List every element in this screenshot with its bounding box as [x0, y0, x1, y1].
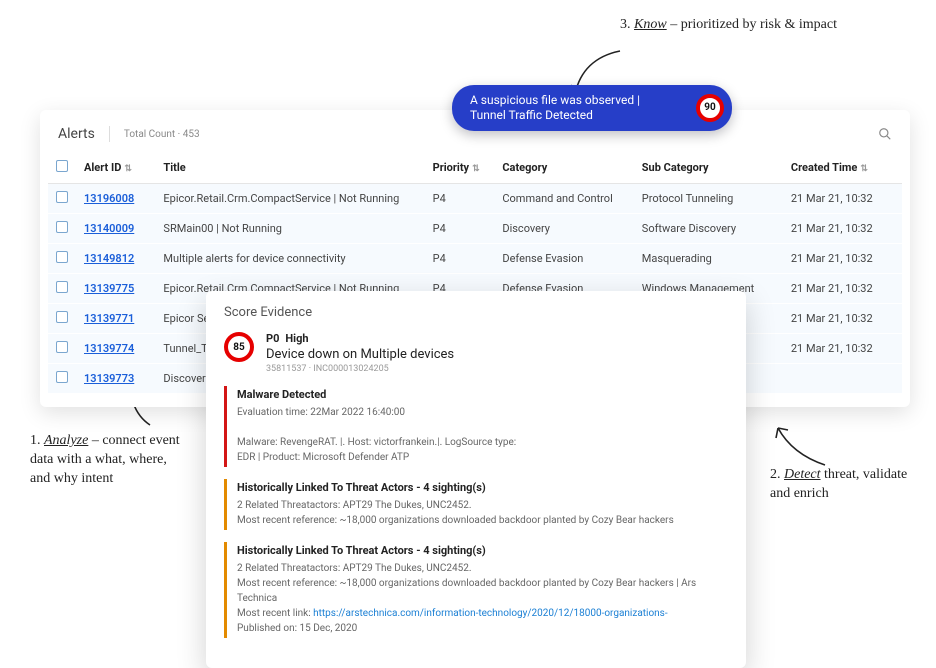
evidence-line: Most recent reference: ~18,000 organizat… — [237, 576, 728, 606]
evidence-block: Historically Linked To Threat Actors - 4… — [224, 542, 728, 638]
evidence-block: Malware Detected Evaluation time: 22Mar 2… — [224, 386, 728, 467]
row-created-time: 21 Mar 21, 10:32 — [783, 274, 902, 304]
evidence-line: Most recent reference: ~18,000 organizat… — [237, 513, 728, 528]
sort-icon: ⇅ — [860, 164, 868, 174]
alert-id-link[interactable]: 13196008 — [84, 192, 134, 205]
alert-pill[interactable]: A suspicious file was observed | Tunnel … — [452, 85, 732, 131]
alert-id-link[interactable]: 13139774 — [84, 342, 134, 355]
alert-id-link[interactable]: 13139773 — [84, 372, 134, 385]
col-category[interactable]: Category — [494, 152, 633, 184]
evidence-line: Evaluation time: 22Mar 2022 16:40:00 — [237, 405, 728, 420]
risk-badge-85: 85 — [224, 332, 254, 362]
evidence-line: 2 Related Threatactors: APT29 The Dukes,… — [237, 561, 728, 576]
risk-badge-90: 90 — [696, 94, 724, 122]
row-subcategory: Masquerading — [634, 244, 783, 274]
table-row[interactable]: 13140009 SRMain00 | Not RunningP4Discover… — [48, 214, 902, 244]
row-created-time: 21 Mar 21, 10:32 — [783, 244, 902, 274]
row-checkbox[interactable] — [56, 311, 68, 323]
alert-id-link[interactable]: 13140009 — [84, 222, 134, 235]
col-title[interactable]: Title — [155, 152, 424, 184]
annotation-analyze: 1. Analyze – connect event data with a w… — [30, 432, 190, 489]
evidence-ids: 35811537 · INC000013024205 — [266, 364, 454, 374]
table-row[interactable]: 13149812 Multiple alerts for device conne… — [48, 244, 902, 274]
evidence-line: Malware: RevengeRAT. |. Host: victorfran… — [237, 435, 728, 450]
evidence-line: 2 Related Threatactors: APT29 The Dukes,… — [237, 498, 728, 513]
row-checkbox[interactable] — [56, 371, 68, 383]
alerts-total-count: Total Count · 453 — [124, 129, 200, 140]
evidence-priority: P0High — [266, 332, 454, 345]
row-checkbox[interactable] — [56, 251, 68, 263]
row-category: Command and Control — [494, 184, 633, 214]
row-title: Epicor.Retail.Crm.CompactService | Not R… — [155, 184, 424, 214]
row-subcategory: Protocol Tunneling — [634, 184, 783, 214]
evidence-device-title: Device down on Multiple devices — [266, 347, 454, 362]
row-created-time — [783, 364, 902, 394]
reference-link[interactable]: https://arstechnica.com/information-tech… — [313, 608, 667, 619]
evidence-block-title: Historically Linked To Threat Actors - 4… — [237, 544, 728, 557]
alert-id-link[interactable]: 13139771 — [84, 312, 134, 325]
evidence-line — [237, 420, 728, 435]
row-category: Discovery — [494, 214, 633, 244]
row-checkbox[interactable] — [56, 341, 68, 353]
row-created-time: 21 Mar 21, 10:32 — [783, 184, 902, 214]
table-row[interactable]: 13196008 Epicor.Retail.Crm.CompactService… — [48, 184, 902, 214]
pill-line1: A suspicious file was observed | — [470, 93, 682, 108]
annotation-detect: 2. Detect threat, validate and enrich — [770, 466, 920, 504]
row-created-time: 21 Mar 21, 10:32 — [783, 214, 902, 244]
pill-line2: Tunnel Traffic Detected — [470, 108, 682, 123]
row-checkbox[interactable] — [56, 221, 68, 233]
search-icon[interactable] — [878, 127, 892, 141]
alert-id-link[interactable]: 13149812 — [84, 252, 134, 265]
evidence-block-title: Historically Linked To Threat Actors - 4… — [237, 481, 728, 494]
col-alert-id[interactable]: Alert ID⇅ — [76, 152, 155, 184]
row-priority: P4 — [425, 244, 495, 274]
sort-icon: ⇅ — [124, 164, 132, 174]
evidence-header: 85 P0High Device down on Multiple device… — [224, 332, 728, 374]
score-evidence-card: Score Evidence 85 P0High Device down on … — [206, 291, 746, 668]
select-all-checkbox[interactable] — [56, 160, 68, 172]
evidence-heading: Score Evidence — [224, 305, 728, 320]
row-title: SRMain00 | Not Running — [155, 214, 424, 244]
row-priority: P4 — [425, 184, 495, 214]
row-checkbox[interactable] — [56, 281, 68, 293]
alerts-title: Alerts — [58, 126, 95, 142]
col-sub-category[interactable]: Sub Category — [634, 152, 783, 184]
sort-icon: ⇅ — [472, 164, 480, 174]
divider — [109, 126, 110, 142]
row-title: Multiple alerts for device connectivity — [155, 244, 424, 274]
evidence-link-line: Most recent link: https://arstechnica.co… — [237, 606, 728, 621]
col-created-time[interactable]: Created Time⇅ — [783, 152, 902, 184]
row-created-time: 21 Mar 21, 10:32 — [783, 304, 902, 334]
row-created-time: 21 Mar 21, 10:32 — [783, 334, 902, 364]
annotation-know: 3. Know – prioritized by risk & impact — [620, 16, 870, 35]
alert-id-link[interactable]: 13139775 — [84, 282, 134, 295]
row-subcategory: Software Discovery — [634, 214, 783, 244]
evidence-block: Historically Linked To Threat Actors - 4… — [224, 479, 728, 530]
evidence-published: Published on: 15 Dec, 2020 — [237, 621, 728, 636]
evidence-block-title: Malware Detected — [237, 388, 728, 401]
evidence-line: EDR | Product: Microsoft Defender ATP — [237, 450, 728, 465]
row-category: Defense Evasion — [494, 244, 633, 274]
row-checkbox[interactable] — [56, 191, 68, 203]
alerts-header-row: Alert ID⇅ Title Priority⇅ Category Sub C… — [48, 152, 902, 184]
row-priority: P4 — [425, 214, 495, 244]
col-priority[interactable]: Priority⇅ — [425, 152, 495, 184]
